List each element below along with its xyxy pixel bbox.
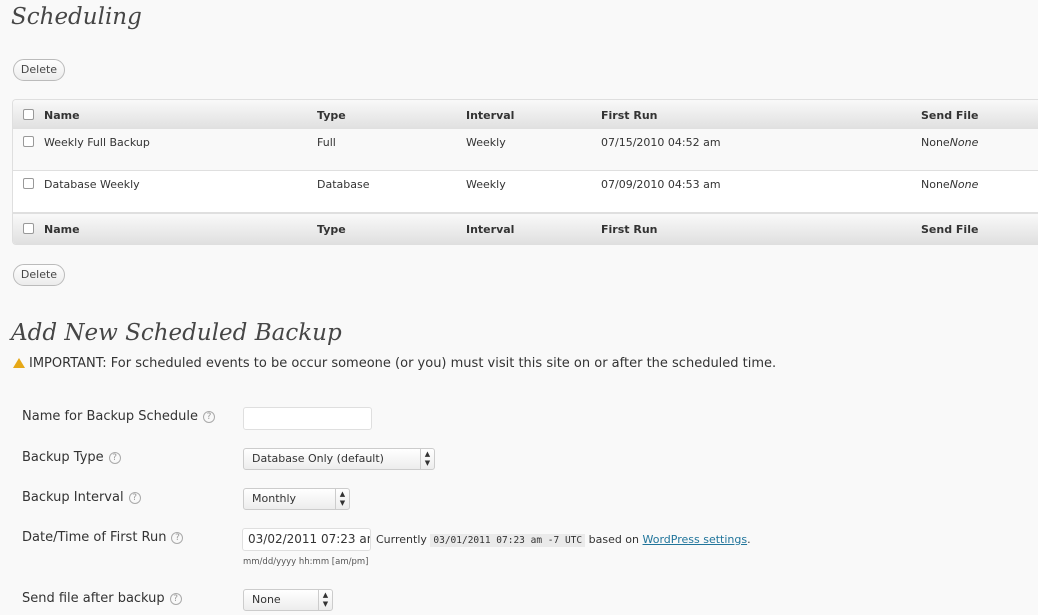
currently-middle: based on — [588, 533, 640, 546]
row-type: Database — [317, 178, 370, 191]
row-send-file-italic: None — [949, 136, 979, 149]
select-all-checkbox-footer[interactable] — [23, 223, 34, 234]
row-send-file-italic: None — [949, 178, 979, 191]
table-header-row: Name Type Interval First Run Send File — [13, 100, 1038, 131]
table-footer-row: Name Type Interval First Run Send File — [13, 213, 1038, 244]
scheduling-title: Scheduling — [11, 4, 142, 30]
table-row: Weekly Full Backup Full Weekly 07/15/201… — [13, 129, 1038, 171]
column-header-name[interactable]: Name — [44, 109, 80, 122]
important-notice: IMPORTANT: For scheduled events to be oc… — [13, 356, 776, 371]
column-header-send-file[interactable]: Send File — [921, 109, 978, 122]
backup-interval-value: Monthly — [252, 492, 297, 505]
currently-prefix: Currently — [376, 533, 427, 546]
row-type: Full — [317, 136, 336, 149]
important-text: IMPORTANT: For scheduled events to be oc… — [29, 356, 777, 371]
currently-suffix: . — [747, 533, 751, 546]
table-row: Database Weekly Database Weekly 07/09/20… — [13, 171, 1038, 213]
help-icon[interactable]: ? — [128, 492, 141, 504]
select-all-checkbox[interactable] — [23, 109, 34, 120]
send-file-label: Send file after backup? — [22, 591, 182, 606]
row-send-file-value: None — [921, 178, 950, 191]
backup-interval-select[interactable]: Monthly ▲ ▼ — [243, 488, 350, 510]
column-footer-interval[interactable]: Interval — [466, 223, 514, 236]
column-header-first-run[interactable]: First Run — [601, 109, 657, 122]
send-file-select[interactable]: None ▲ ▼ — [243, 589, 333, 611]
row-name[interactable]: Database Weekly — [44, 178, 140, 191]
backup-type-value: Database Only (default) — [252, 452, 384, 465]
help-icon[interactable]: ? — [203, 411, 216, 423]
row-first-run: 07/09/2010 04:53 am — [601, 178, 721, 191]
row-name[interactable]: Weekly Full Backup — [44, 136, 150, 149]
schedules-table: Name Type Interval First Run Send File W… — [12, 99, 1038, 245]
column-footer-send-file[interactable]: Send File — [921, 223, 978, 236]
date-format-hint: mm/dd/yyyy hh:mm [am/pm] — [243, 557, 369, 567]
delete-button-top[interactable]: Delete — [13, 59, 65, 81]
backup-type-select[interactable]: Database Only (default) ▲ ▼ — [243, 448, 435, 470]
row-send-file: NoneNone — [921, 136, 978, 149]
schedule-name-input[interactable] — [243, 407, 372, 430]
select-arrows-icon: ▲ ▼ — [335, 489, 349, 509]
name-label: Name for Backup Schedule? — [22, 409, 216, 424]
wordpress-settings-link[interactable]: WordPress settings — [643, 533, 748, 546]
page: Scheduling Delete Name Type Interval Fir… — [0, 0, 1038, 615]
date-label: Date/Time of First Run? — [22, 530, 184, 545]
send-file-value: None — [252, 593, 281, 606]
help-icon[interactable]: ? — [108, 452, 121, 464]
help-icon[interactable]: ? — [171, 532, 184, 544]
warning-icon — [13, 358, 25, 368]
date-label-text: Date/Time of First Run — [22, 530, 167, 545]
name-label-text: Name for Backup Schedule — [22, 409, 199, 424]
add-new-title: Add New Scheduled Backup — [11, 320, 342, 346]
select-arrows-icon: ▲ ▼ — [318, 590, 332, 610]
send-file-label-text: Send file after backup — [22, 591, 165, 606]
row-send-file-value: None — [921, 136, 950, 149]
row-interval: Weekly — [466, 136, 506, 149]
delete-button-bottom[interactable]: Delete — [13, 264, 65, 286]
select-arrows-icon: ▲ ▼ — [420, 449, 434, 469]
current-time-note: Currently 03/01/2011 07:23 am -7 UTC bas… — [376, 533, 751, 547]
column-footer-first-run[interactable]: First Run — [601, 223, 657, 236]
column-header-type[interactable]: Type — [317, 109, 346, 122]
row-checkbox[interactable] — [23, 178, 34, 189]
first-run-date-input[interactable]: 03/02/2011 07:23 am — [242, 528, 371, 551]
row-checkbox[interactable] — [23, 136, 34, 147]
row-send-file: NoneNone — [921, 178, 978, 191]
row-interval: Weekly — [466, 178, 506, 191]
help-icon[interactable]: ? — [169, 593, 182, 605]
interval-label: Backup Interval? — [22, 490, 141, 505]
column-footer-type[interactable]: Type — [317, 223, 346, 236]
type-label: Backup Type? — [22, 450, 121, 465]
current-time-value: 03/01/2011 07:23 am -7 UTC — [430, 534, 586, 547]
type-label-text: Backup Type — [22, 450, 104, 465]
column-header-interval[interactable]: Interval — [466, 109, 514, 122]
row-first-run: 07/15/2010 04:52 am — [601, 136, 721, 149]
column-footer-name[interactable]: Name — [44, 223, 80, 236]
interval-label-text: Backup Interval — [22, 490, 124, 505]
